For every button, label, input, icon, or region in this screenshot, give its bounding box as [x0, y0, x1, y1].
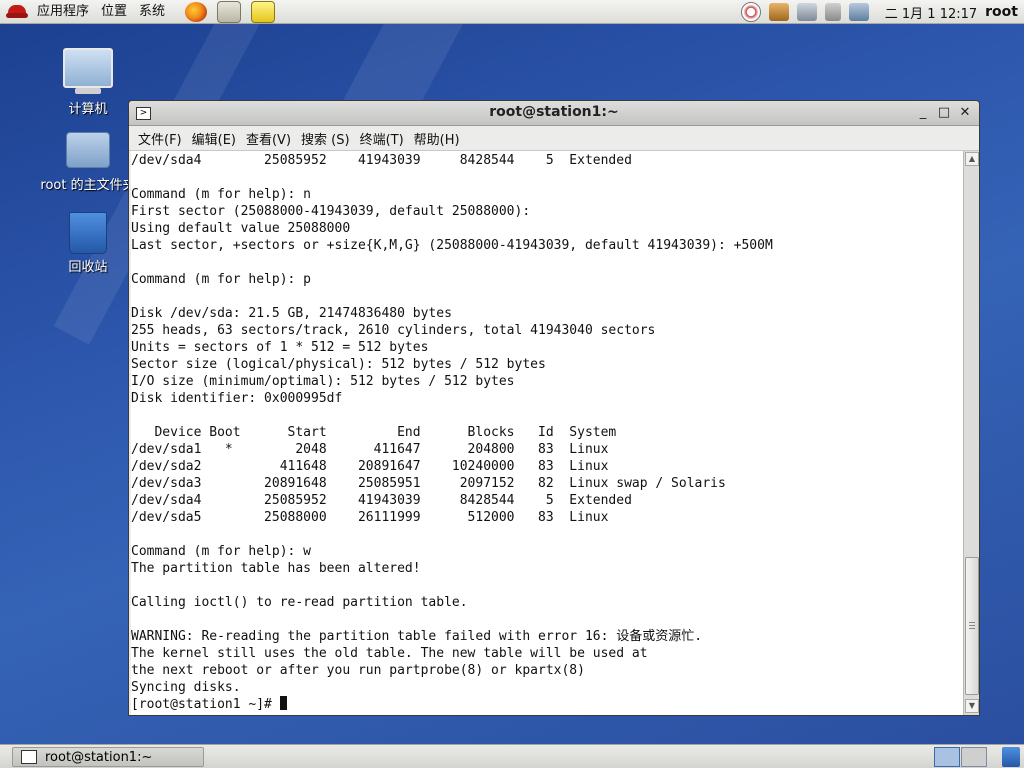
terminal-line: Command (m for help): p — [131, 272, 312, 287]
menu-system[interactable]: 系统 — [133, 0, 171, 24]
terminal-line: I/O size (minimum/optimal): 512 bytes / … — [131, 374, 515, 389]
window-title: root@station1:~ — [489, 104, 619, 120]
notes-icon[interactable] — [251, 0, 276, 23]
menu-help[interactable]: 帮助(H) — [409, 129, 465, 148]
trash-icon — [69, 212, 107, 254]
user-name[interactable]: root — [985, 4, 1024, 20]
minimize-button[interactable]: _ — [915, 105, 931, 121]
menu-edit[interactable]: 编辑(E) — [187, 129, 241, 148]
terminal-line: /dev/sda5 25088000 26111999 512000 83 Li… — [131, 510, 609, 525]
menu-file[interactable]: 文件(F) — [133, 129, 187, 148]
terminal-line: Disk /dev/sda: 21.5 GB, 21474836480 byte… — [131, 306, 452, 321]
scrollbar[interactable]: ▲ ▼ — [963, 151, 979, 715]
desktop-icon-label: 回收站 — [68, 260, 108, 275]
trash-icon[interactable] — [1002, 747, 1020, 767]
menu-bar: 文件(F) 编辑(E) 查看(V) 搜索 (S) 终端(T) 帮助(H) — [129, 126, 979, 151]
terminal-line: Using default value 25088000 — [131, 221, 351, 236]
terminal-line: Last sector, +sectors or +size{K,M,G} (2… — [131, 238, 773, 253]
maximize-button[interactable]: □ — [936, 105, 952, 121]
terminal-line: Sector size (logical/physical): 512 byte… — [131, 357, 546, 372]
menu-places[interactable]: 位置 — [95, 0, 133, 24]
terminal-line: /dev/sda3 20891648 25085951 2097152 82 L… — [131, 476, 726, 491]
terminal-output[interactable]: /dev/sda4 25085952 41943039 8428544 5 Ex… — [131, 151, 963, 715]
scroll-down-arrow-icon[interactable]: ▼ — [965, 699, 979, 713]
desktop-icon-trash[interactable]: 回收站 — [40, 212, 136, 275]
terminal-line: WARNING: Re-reading the partition table … — [131, 629, 703, 644]
terminal-line: The kernel still uses the old table. The… — [131, 646, 648, 661]
mail-icon[interactable] — [217, 0, 242, 23]
terminal-line: Device Boot Start End Blocks Id System — [131, 425, 617, 440]
terminal-window: > root@station1:~ _ □ ✕ 文件(F) 编辑(E) 查看(V… — [128, 100, 980, 716]
scroll-up-arrow-icon[interactable]: ▲ — [965, 152, 979, 166]
text-cursor — [279, 696, 287, 710]
taskbar-window-label: root@station1:~ — [45, 749, 153, 765]
menu-search[interactable]: 搜索 (S) — [296, 129, 355, 148]
volume-icon[interactable] — [824, 3, 841, 21]
desktop-icon-label: 计算机 — [68, 102, 108, 117]
terminal-line: Units = sectors of 1 * 512 = 512 bytes — [131, 340, 429, 355]
terminal-line: Syncing disks. — [131, 680, 241, 695]
updates-icon[interactable] — [768, 3, 789, 21]
redhat-logo-icon[interactable] — [6, 2, 28, 22]
scrollbar-thumb[interactable] — [965, 557, 979, 695]
menu-terminal[interactable]: 终端(T) — [355, 129, 409, 148]
prompt-text: [root@station1 ~]# — [131, 697, 280, 712]
terminal-line: /dev/sda4 25085952 41943039 8428544 5 Ex… — [131, 493, 632, 508]
taskbar-window-button[interactable]: root@station1:~ — [12, 747, 204, 767]
terminal-line: Command (m for help): n — [131, 187, 312, 202]
network-icon[interactable] — [796, 3, 817, 21]
terminal-line: /dev/sda1 * 2048 411647 204800 83 Linux — [131, 442, 609, 457]
terminal-line: Command (m for help): w — [131, 544, 312, 559]
terminal-line: First sector (25088000-41943039, default… — [131, 204, 531, 219]
terminal-line: The partition table has been altered! — [131, 561, 421, 576]
workspace-2[interactable] — [961, 747, 987, 767]
terminal-line: /dev/sda2 411648 20891647 10240000 83 Li… — [131, 459, 609, 474]
terminal-line: Calling ioctl() to re-read partition tab… — [131, 595, 468, 610]
terminal-prompt: [root@station1 ~]# — [131, 696, 773, 713]
desktop-icon-home[interactable]: root 的主文件夹 — [40, 132, 136, 193]
computer-icon — [63, 48, 113, 94]
terminal-line: /dev/sda4 25085952 41943039 8428544 5 Ex… — [131, 153, 632, 168]
display-icon[interactable] — [848, 3, 869, 21]
title-bar[interactable]: > root@station1:~ _ □ ✕ — [129, 101, 979, 126]
menu-applications[interactable]: 应用程序 — [31, 0, 95, 24]
terminal-icon — [21, 750, 37, 764]
close-button[interactable]: ✕ — [957, 105, 973, 121]
terminal-line: 255 heads, 63 sectors/track, 2610 cylind… — [131, 323, 656, 338]
home-folder-icon — [66, 132, 110, 168]
menu-view[interactable]: 查看(V) — [241, 129, 296, 148]
desktop-icon-computer[interactable]: 计算机 — [40, 48, 136, 117]
desktop-icon-label: root 的主文件夹 — [40, 178, 136, 193]
workspace-1[interactable] — [934, 747, 960, 767]
bottom-panel: root@station1:~ — [0, 744, 1024, 768]
firefox-icon[interactable] — [185, 1, 208, 22]
terminal-text: /dev/sda4 25085952 41943039 8428544 5 Ex… — [131, 152, 773, 713]
system-tray: 二 1月 1 12:17 root — [737, 0, 1024, 24]
terminal-line: the next reboot or after you run partpro… — [131, 663, 585, 678]
top-panel: 应用程序 位置 系统 二 1月 1 12:17 root — [0, 0, 1024, 24]
power-icon[interactable] — [740, 2, 761, 22]
clock[interactable]: 二 1月 1 12:17 — [873, 3, 985, 22]
terminal-line: Disk identifier: 0x000995df — [131, 391, 343, 406]
